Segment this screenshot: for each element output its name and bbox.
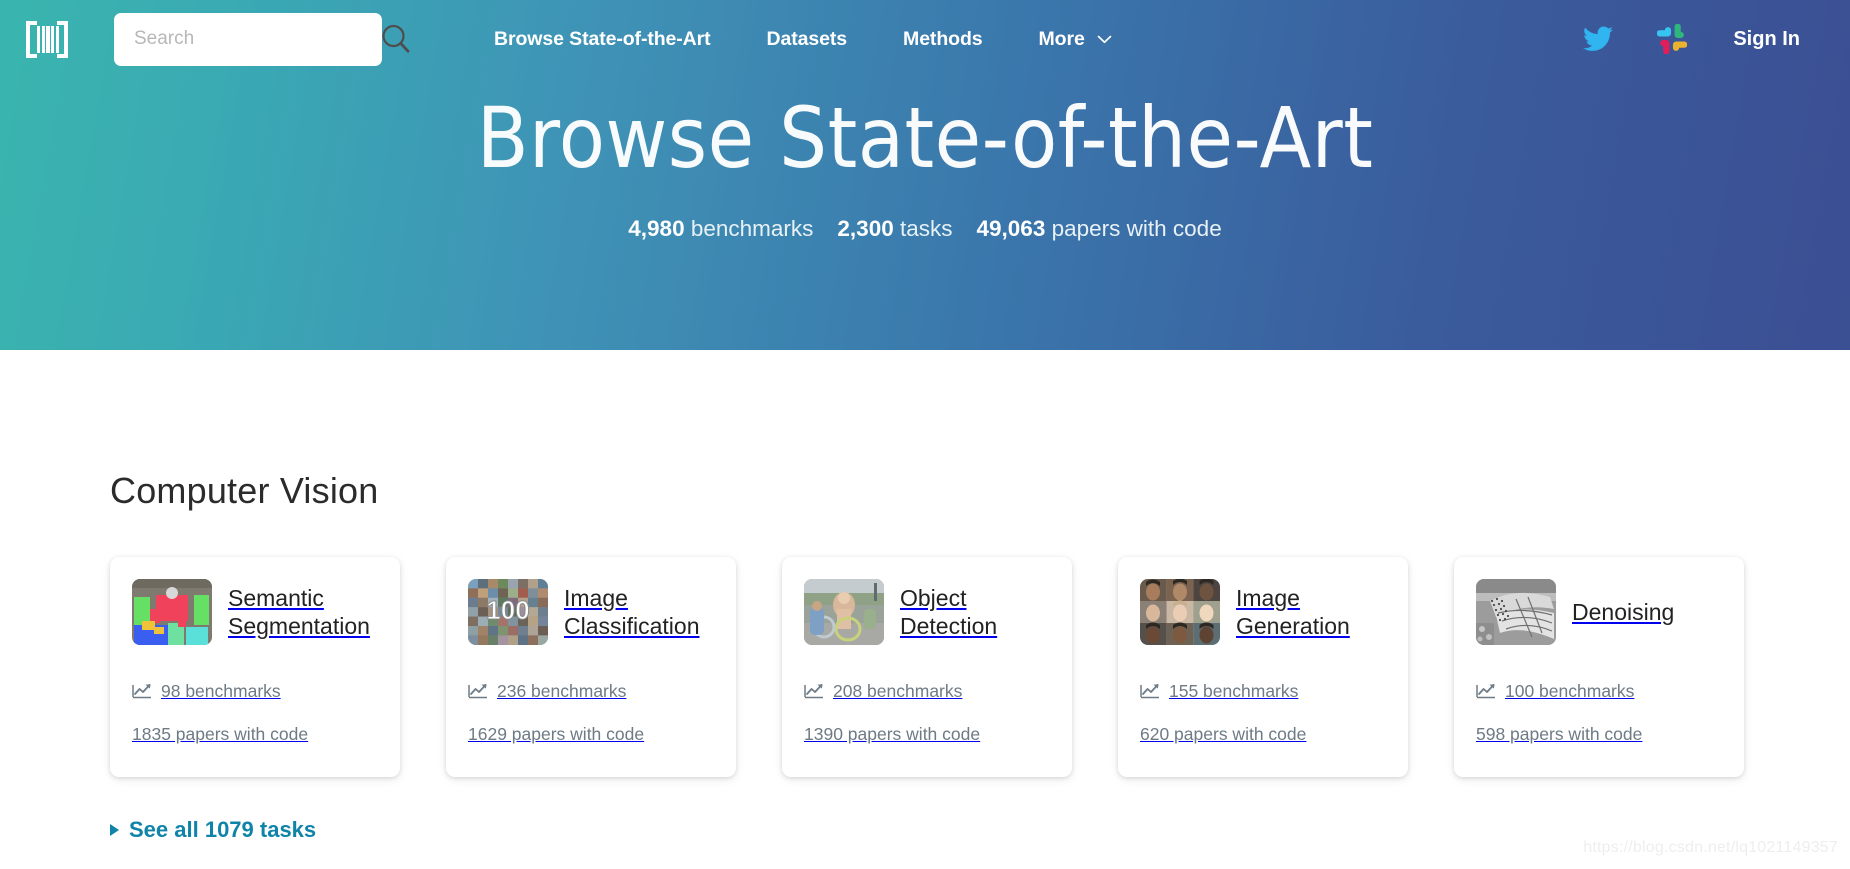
card-title: Object Detection	[900, 585, 998, 640]
sign-in-link[interactable]: Sign In	[1709, 28, 1804, 51]
papers-row: 1390 papers with code	[804, 724, 1050, 745]
task-card-grid: Semantic Segmentation 98 benchmarks 1835…	[110, 557, 1744, 777]
main-content: Computer Vision Semantic Segmentation 98…	[0, 470, 1850, 843]
search-icon[interactable]	[379, 22, 413, 56]
card-header: Semantic Segmentation	[132, 579, 378, 645]
see-all-tasks-link[interactable]: See all 1079 tasks	[110, 817, 316, 843]
stat-papers: 49,063 papers with code	[977, 216, 1222, 241]
benchmarks-row: 208 benchmarks	[804, 681, 1050, 702]
papers-row: 1835 papers with code	[132, 724, 378, 745]
benchmarks-row: 98 benchmarks	[132, 681, 378, 702]
nav-item-browse-sota[interactable]: Browse State-of-the-Art	[466, 28, 739, 51]
papers-count: 1629 papers with code	[468, 724, 645, 744]
nav-item-methods[interactable]: Methods	[875, 28, 1010, 51]
card-header: 100 Image Classification	[468, 579, 714, 645]
denoising-thumb	[1476, 579, 1556, 645]
card-title: Image Generation	[1236, 585, 1350, 640]
chart-line-icon	[132, 684, 151, 699]
papers-row: 598 papers with code	[1476, 724, 1722, 745]
hero-banner: Browse State-of-the-Art Datasets Methods…	[0, 0, 1850, 350]
nav-right-group: Sign In	[1561, 24, 1804, 54]
page-title: Browse State-of-the-Art	[476, 89, 1374, 187]
card-meta: 100 benchmarks 598 papers with code	[1476, 681, 1722, 745]
card-meta: 98 benchmarks 1835 papers with code	[132, 681, 378, 745]
chart-line-icon	[1140, 684, 1159, 699]
watermark-text: https://blog.csdn.net/lq1021149357	[1583, 839, 1838, 856]
chevron-down-icon	[1097, 35, 1112, 43]
search-input[interactable]	[134, 28, 379, 50]
card-header: Image Generation	[1140, 579, 1386, 645]
task-card-image-generation[interactable]: Image Generation 155 benchmarks 620 pape…	[1118, 557, 1408, 777]
slack-icon[interactable]	[1657, 24, 1688, 54]
stat-papers-label: papers with code	[1051, 216, 1222, 241]
card-title: Semantic Segmentation	[228, 585, 370, 640]
chart-line-icon	[1476, 684, 1495, 699]
chart-line-icon	[804, 684, 823, 699]
benchmarks-row: 155 benchmarks	[1140, 681, 1386, 702]
nav-item-datasets[interactable]: Datasets	[739, 28, 876, 51]
benchmarks-row: 236 benchmarks	[468, 681, 714, 702]
nav-links: Browse State-of-the-Art Datasets Methods…	[466, 28, 1140, 51]
see-all-tasks-label: See all 1079 tasks	[129, 817, 317, 842]
stat-benchmarks-label: benchmarks	[690, 216, 814, 241]
stat-tasks: 2,300 tasks	[837, 216, 952, 241]
semantic-segmentation-thumb	[132, 579, 212, 645]
card-meta: 208 benchmarks 1390 papers with code	[804, 681, 1050, 745]
chart-line-icon	[468, 684, 487, 699]
task-card-image-classification[interactable]: 100 Image Classification 236 benchmarks	[446, 557, 736, 777]
hero-stats: 4,980 benchmarks 2,300 tasks 49,063 papers…	[0, 216, 1850, 242]
stat-tasks-label: tasks	[900, 216, 953, 241]
slack-link[interactable]	[1635, 24, 1709, 54]
papers-count: 620 papers with code	[1140, 724, 1307, 744]
card-meta: 155 benchmarks 620 papers with code	[1140, 681, 1386, 745]
twitter-link[interactable]	[1561, 26, 1635, 52]
papers-row: 1629 papers with code	[468, 724, 714, 745]
papers-row: 620 papers with code	[1140, 724, 1386, 745]
image-generation-thumb	[1140, 579, 1220, 645]
nav-item-more[interactable]: More	[1011, 28, 1141, 51]
card-title: Image Classification	[564, 585, 700, 640]
nav-item-more-label: More	[1038, 27, 1085, 50]
twitter-icon[interactable]	[1583, 26, 1614, 52]
benchmarks-row: 100 benchmarks	[1476, 681, 1722, 702]
card-header: Denoising	[1476, 579, 1722, 645]
paperswithcode-logo[interactable]	[24, 17, 70, 61]
stat-benchmarks: 4,980 benchmarks	[628, 216, 813, 241]
task-card-semantic-segmentation[interactable]: Semantic Segmentation 98 benchmarks 1835…	[110, 557, 400, 777]
papers-count: 1390 papers with code	[804, 724, 981, 744]
svg-text:100: 100	[486, 595, 529, 625]
stat-benchmarks-number: 4,980	[628, 216, 685, 241]
triangle-right-icon	[110, 824, 119, 836]
benchmarks-count: 98 benchmarks	[161, 681, 281, 701]
card-title: Denoising	[1572, 599, 1675, 625]
logo-right-bracket	[57, 21, 68, 58]
top-navbar: Browse State-of-the-Art Datasets Methods…	[0, 0, 1850, 78]
stat-tasks-number: 2,300	[837, 216, 894, 241]
benchmarks-count: 155 benchmarks	[1169, 681, 1299, 701]
benchmarks-count: 208 benchmarks	[833, 681, 963, 701]
card-header: Object Detection	[804, 579, 1050, 645]
object-detection-thumb	[804, 579, 884, 645]
logo-left-bracket	[26, 21, 37, 58]
task-card-denoising[interactable]: Denoising 100 benchmarks 598 papers with…	[1454, 557, 1744, 777]
image-classification-thumb: 100	[468, 579, 548, 645]
section-title-computer-vision: Computer Vision	[110, 470, 379, 511]
papers-count: 598 papers with code	[1476, 724, 1643, 744]
stat-papers-number: 49,063	[976, 216, 1046, 241]
search-box[interactable]	[114, 12, 410, 66]
logo-bars	[37, 26, 59, 53]
papers-count: 1835 papers with code	[132, 724, 309, 744]
task-card-object-detection[interactable]: Object Detection 208 benchmarks 1390 pap…	[782, 557, 1072, 777]
card-meta: 236 benchmarks 1629 papers with code	[468, 681, 714, 745]
benchmarks-count: 100 benchmarks	[1505, 681, 1635, 701]
benchmarks-count: 236 benchmarks	[497, 681, 627, 701]
